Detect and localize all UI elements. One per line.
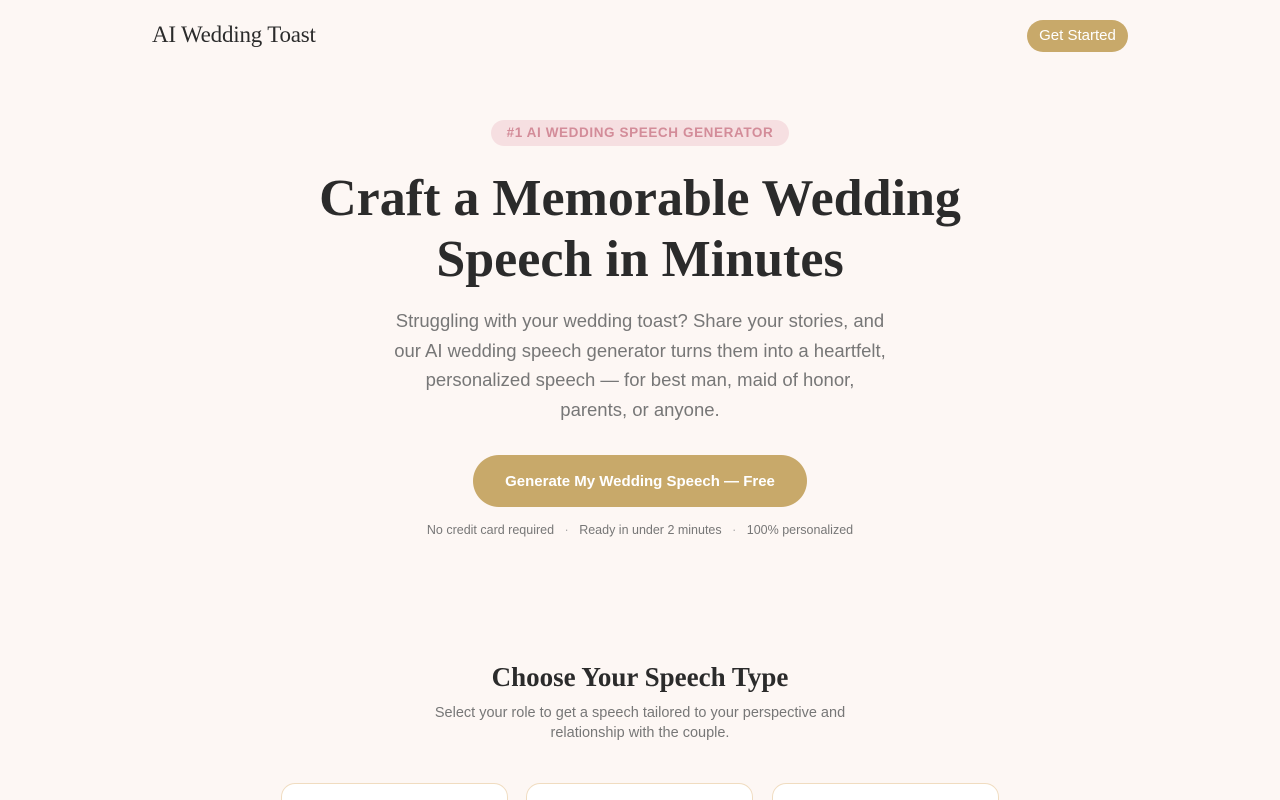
hero-subtitle-line: Struggling with your wedding toast? Shar… bbox=[395, 310, 885, 331]
hero-title-line-1: Craft a Memorable Wedding bbox=[319, 170, 961, 227]
speech-type-card-3[interactable] bbox=[772, 783, 999, 800]
hero-subtitle-line: our AI wedding speech generator turns th… bbox=[394, 339, 886, 361]
speech-type-subtitle: Select your role to get a speech tailore… bbox=[410, 703, 870, 743]
speech-type-title: Choose Your Speech Type bbox=[491, 662, 789, 692]
trust-line: No credit card required · Ready in under… bbox=[340, 522, 940, 538]
trust-item-speed: Ready in under 2 minutes bbox=[579, 523, 722, 537]
hero-subtitle: Struggling with your wedding toast? Shar… bbox=[370, 306, 910, 424]
brand-logo[interactable]: AI Wedding Toast bbox=[152, 22, 316, 48]
top-nav: AI Wedding Toast Get Started bbox=[0, 0, 1280, 72]
generate-speech-button[interactable]: Generate My Wedding Speech — Free bbox=[473, 455, 807, 507]
trust-separator: · bbox=[732, 523, 737, 537]
hero-title-line-2: Speech in Minutes bbox=[436, 231, 844, 288]
hero-badge: #1 AI WEDDING SPEECH GENERATOR bbox=[491, 120, 789, 146]
speech-type-subtitle-line: Select your role to get a speech tailore… bbox=[434, 705, 846, 721]
trust-item-no-card: No credit card required bbox=[426, 523, 555, 537]
get-started-button[interactable]: Get Started bbox=[1027, 20, 1128, 52]
hero-subtitle-line: parents, or anyone. bbox=[560, 398, 720, 420]
trust-separator: · bbox=[564, 523, 569, 537]
speech-type-card-1[interactable] bbox=[281, 783, 508, 800]
trust-item-personalized: 100% personalized bbox=[746, 523, 854, 537]
hero-subtitle-line: personalized speech — for best man, maid… bbox=[425, 369, 855, 390]
speech-type-subtitle-line: relationship with the couple. bbox=[550, 725, 730, 741]
hero-title: Craft a Memorable Wedding Speech in Minu… bbox=[290, 168, 990, 290]
speech-type-card-2[interactable] bbox=[526, 783, 753, 800]
